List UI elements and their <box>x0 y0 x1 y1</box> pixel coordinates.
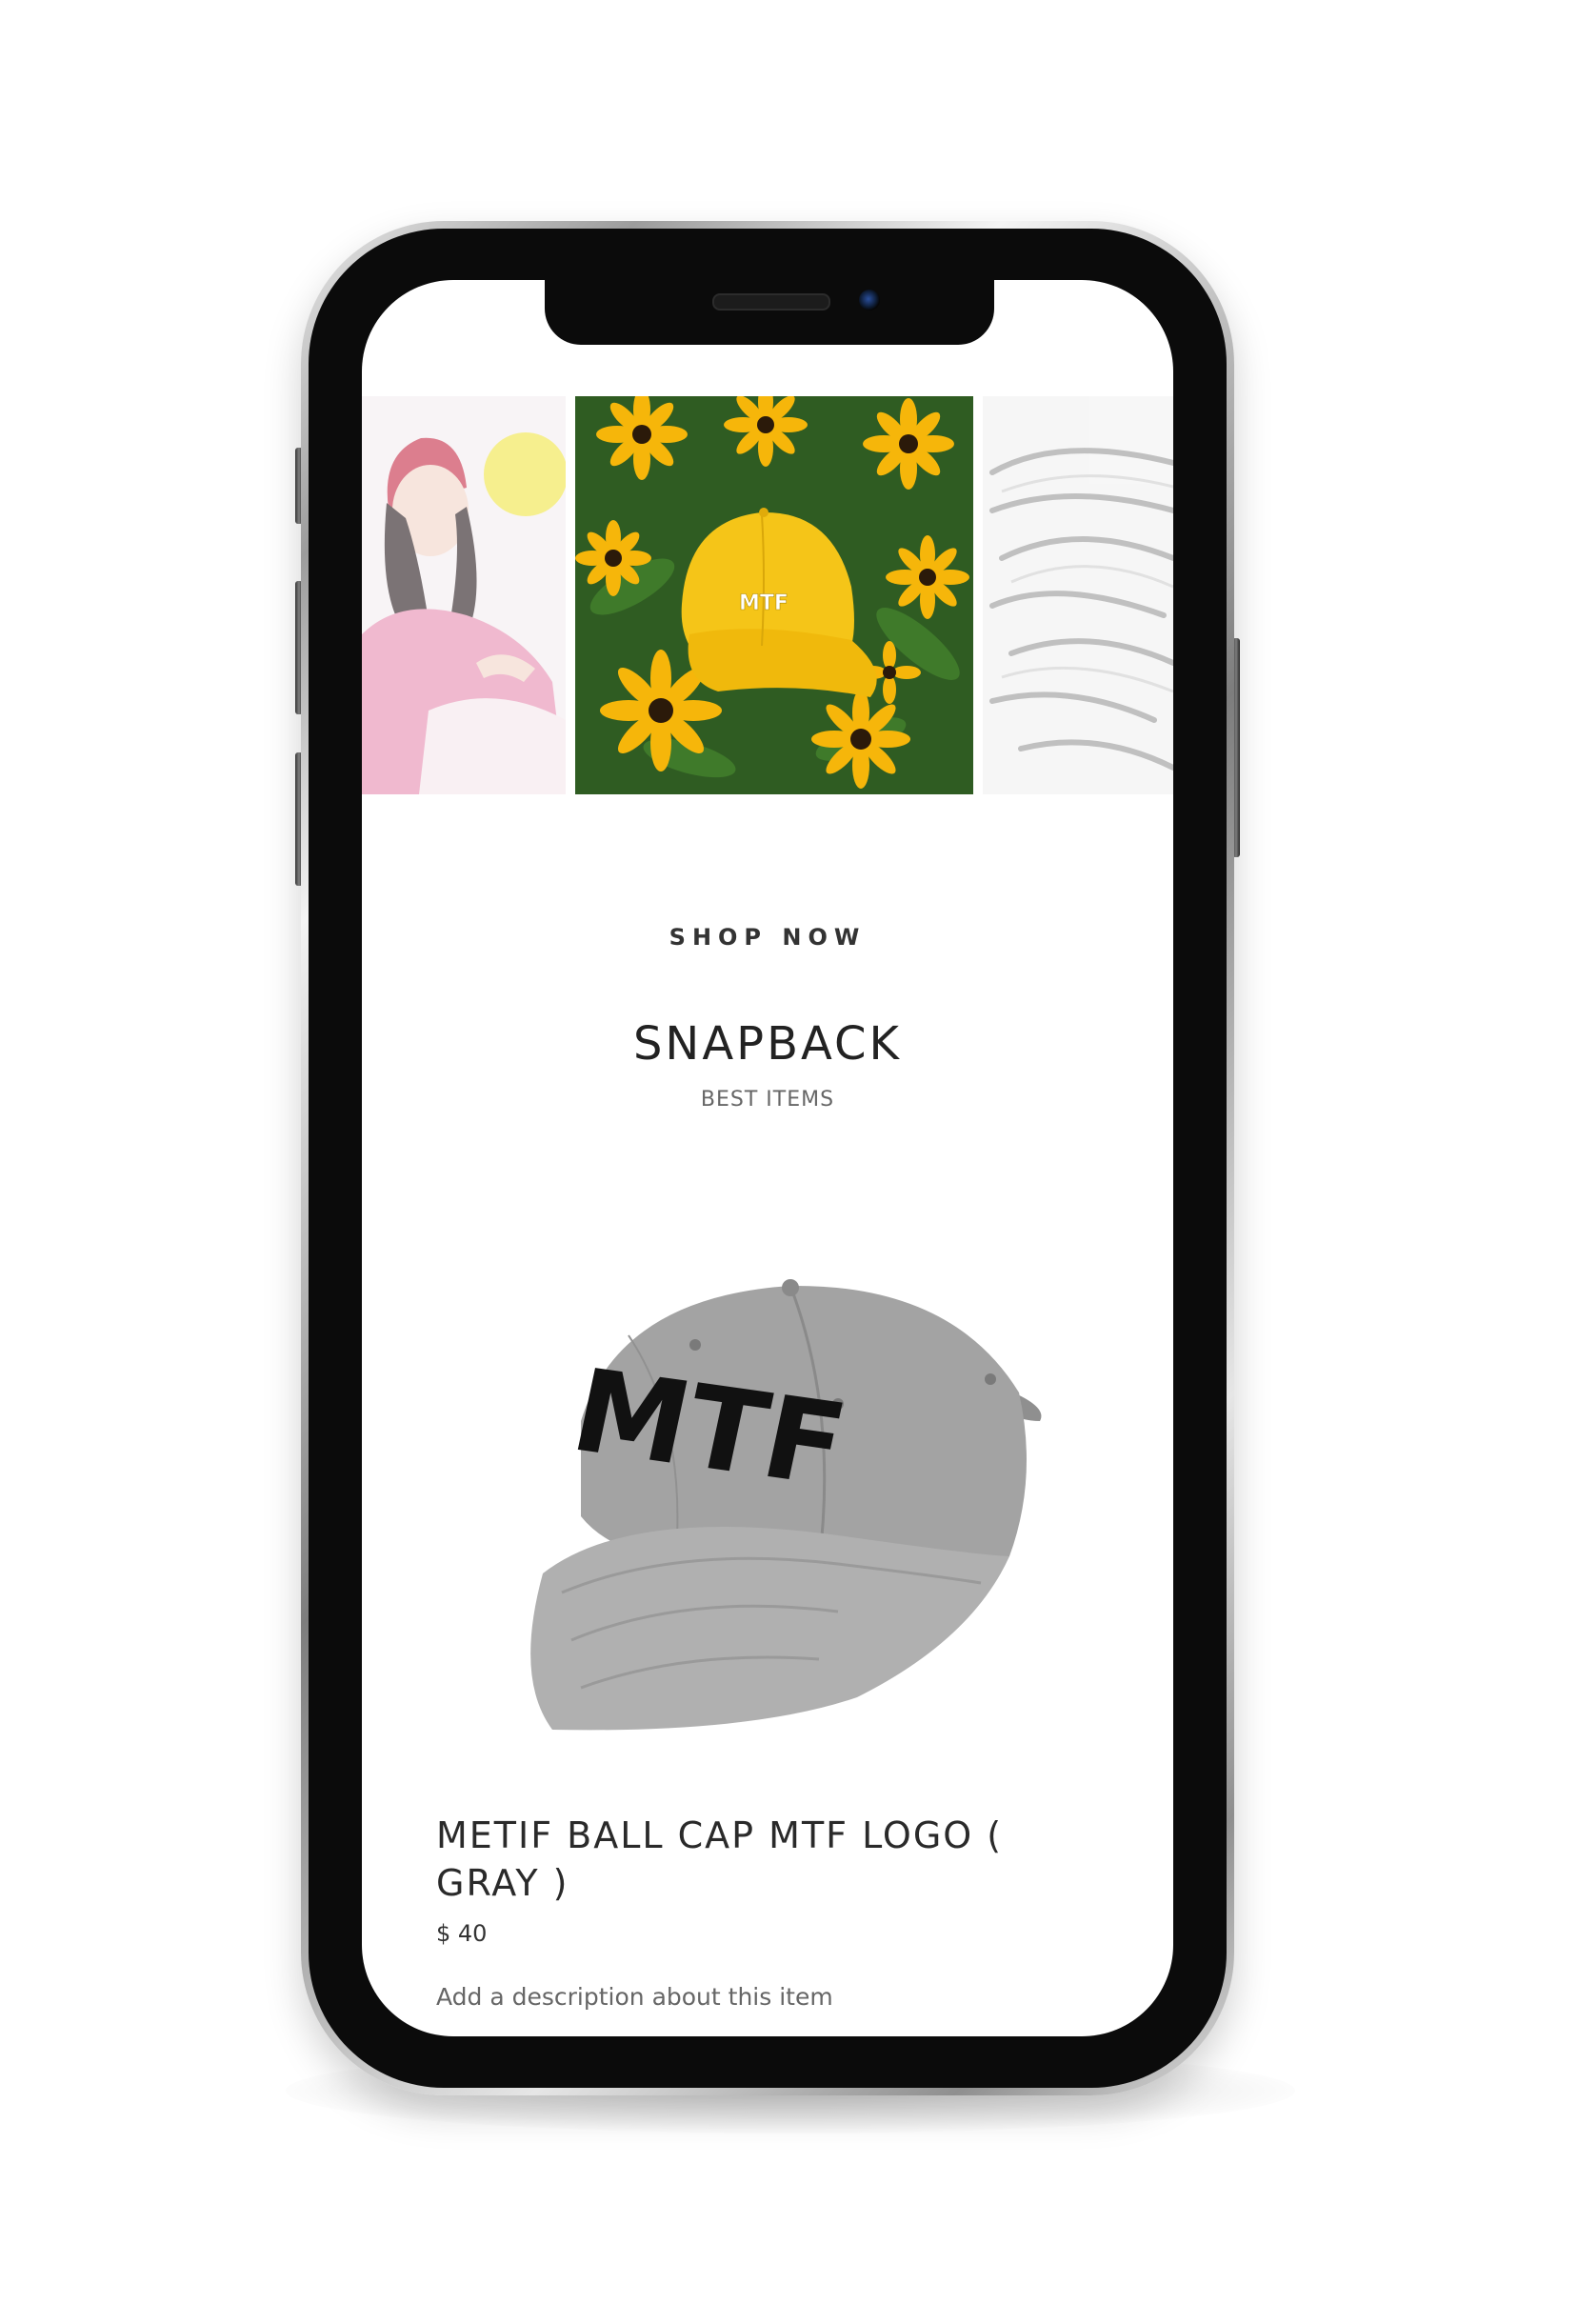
collection-subtitle: BEST ITEMS <box>700 1088 835 1112</box>
carousel-slide-prev[interactable] <box>362 396 566 794</box>
phone-body: MTF SHOP NOW SNAPBACK BEST ITEMS MTF MET… <box>309 229 1227 2088</box>
product-image[interactable]: MTF <box>438 1278 1097 1733</box>
image-carousel[interactable]: MTF <box>362 396 1173 794</box>
phone-notch <box>545 280 994 345</box>
speaker-grille <box>712 293 830 311</box>
cap-logo-text: MTF <box>739 591 788 615</box>
product-price: $ 40 <box>436 1920 488 1947</box>
phone-frame: MTF SHOP NOW SNAPBACK BEST ITEMS MTF MET… <box>301 221 1234 2095</box>
striped-shirt-photo <box>983 396 1173 794</box>
shop-now-link[interactable]: SHOP NOW <box>362 924 1173 951</box>
product-description: Add a description about this item <box>436 1983 833 2011</box>
phone-screen: MTF SHOP NOW SNAPBACK BEST ITEMS MTF MET… <box>362 280 1173 2036</box>
gray-cap-photo: MTF <box>438 1278 1097 1733</box>
yellow-cap-sunflowers-photo: MTF <box>575 396 973 794</box>
mockup-stage: MTF SHOP NOW SNAPBACK BEST ITEMS MTF MET… <box>0 0 1577 2324</box>
girl-beanie-photo <box>362 396 566 794</box>
collection-title: SNAPBACK <box>632 1017 903 1071</box>
carousel-slide-active[interactable]: MTF <box>575 396 973 794</box>
front-camera <box>859 290 880 311</box>
product-title[interactable]: METIF BALL CAP MTF LOGO ( GRAY ) <box>436 1812 1093 1907</box>
carousel-slide-next[interactable] <box>983 396 1173 794</box>
